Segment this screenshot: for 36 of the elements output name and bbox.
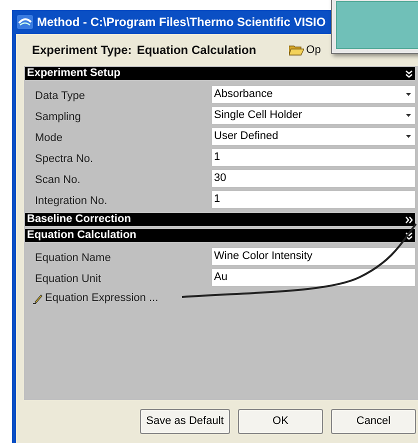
dropdown-arrow-icon xyxy=(406,93,411,96)
field-label: Sampling xyxy=(35,110,81,122)
experiment-type-value: Equation Calculation xyxy=(136,42,256,59)
dropdown-field[interactable]: Single Cell Holder xyxy=(212,107,415,124)
dialog-button[interactable]: OK xyxy=(238,409,323,434)
field-label: Integration No. xyxy=(35,194,108,206)
section-header[interactable]: Baseline Correction xyxy=(25,213,415,226)
field-label: Equation Name xyxy=(35,252,111,264)
input-field[interactable]: 1 xyxy=(212,149,415,166)
input-field[interactable]: 1 xyxy=(212,191,415,208)
dialog-button[interactable]: Cancel xyxy=(331,409,416,434)
section-header[interactable]: Equation Calculation xyxy=(25,229,415,242)
pencil-icon xyxy=(33,294,43,304)
window-title: Method - C:\Program Files\Thermo Scientific VISIO xyxy=(37,14,326,31)
folder-icon[interactable] xyxy=(289,44,304,56)
equation-expression-link[interactable]: Equation Expression ... xyxy=(45,290,158,307)
field-label: Mode xyxy=(35,132,63,144)
app-icon xyxy=(17,15,33,29)
open-label[interactable]: Op xyxy=(306,42,321,58)
input-field[interactable]: 30 xyxy=(212,170,415,187)
input-field[interactable]: Wine Color Intensity xyxy=(212,248,415,265)
section-header[interactable]: Experiment Setup xyxy=(25,67,415,80)
dropdown-field[interactable]: Absorbance xyxy=(212,86,415,103)
dropdown-arrow-icon xyxy=(406,114,411,117)
experiment-type-label: Experiment Type: xyxy=(32,42,132,59)
expand-chevron-icon[interactable] xyxy=(405,232,413,240)
field-label: Equation Unit xyxy=(35,272,102,284)
dropdown-field[interactable]: User Defined xyxy=(212,128,415,145)
field-label: Data Type xyxy=(35,90,85,102)
field-label: Scan No. xyxy=(35,174,80,186)
collapse-chevron-icon[interactable] xyxy=(405,216,413,224)
input-field[interactable]: Au xyxy=(212,269,415,286)
field-label: Spectra No. xyxy=(35,152,94,164)
dropdown-arrow-icon xyxy=(406,135,411,138)
expand-chevron-icon[interactable] xyxy=(405,70,413,78)
dialog-button[interactable]: Save as Default xyxy=(140,409,230,434)
